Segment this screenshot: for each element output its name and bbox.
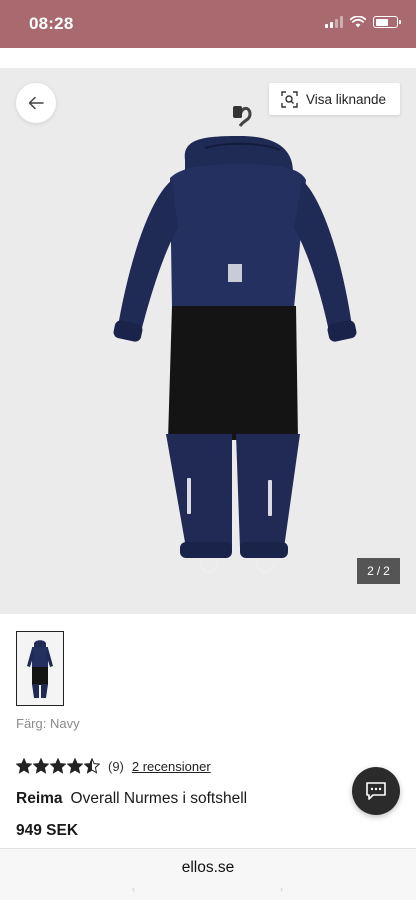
chat-icon <box>366 782 386 800</box>
back-button[interactable] <box>16 83 56 123</box>
battery-icon <box>373 16 401 28</box>
rating-row: (9) 2 recensioner <box>16 758 211 774</box>
browser-back-hint[interactable]: ‹ <box>132 884 135 894</box>
product-title: Reima Overall Nurmes i softshell <box>16 790 247 808</box>
product-brand: Reima <box>16 790 63 807</box>
page-total: 2 <box>383 564 390 578</box>
product-image[interactable] <box>0 68 416 614</box>
color-label: Färg: Navy <box>16 716 80 731</box>
star-icon <box>84 758 100 774</box>
show-similar-label: Visa liknande <box>305 91 386 107</box>
rating-count: (9) <box>108 758 124 774</box>
product-gallery[interactable]: Visa liknande 2 / 2 <box>0 68 416 614</box>
page-indicator: 2 / 2 <box>357 558 400 584</box>
thumbnail-row <box>16 631 64 706</box>
page-current: 2 <box>367 564 374 578</box>
signal-icon <box>325 16 343 28</box>
wifi-icon <box>350 16 366 28</box>
status-time: 08:28 <box>29 14 74 33</box>
product-name: Overall Nurmes i softshell <box>70 790 248 807</box>
browser-forward-hint[interactable]: › <box>280 884 283 894</box>
star-icon <box>16 758 32 774</box>
arrow-left-icon <box>28 96 44 110</box>
status-icons <box>325 16 401 28</box>
chat-button[interactable] <box>352 767 400 815</box>
product-price: 949 SEK <box>16 822 79 839</box>
status-bar: 08:28 <box>0 0 416 48</box>
browser-bar: ellos.se ‹ › <box>0 848 416 900</box>
visual-search-icon <box>281 90 298 108</box>
star-icon <box>67 758 83 774</box>
star-rating <box>16 758 100 774</box>
star-icon <box>33 758 49 774</box>
url-text[interactable]: ellos.se <box>0 859 416 877</box>
star-icon <box>50 758 66 774</box>
page-separator: / <box>376 564 381 578</box>
thumbnail-image[interactable] <box>16 631 64 706</box>
reviews-link[interactable]: 2 recensioner <box>132 759 211 774</box>
show-similar-button[interactable]: Visa liknande <box>268 83 400 115</box>
header-spacer <box>0 48 416 68</box>
